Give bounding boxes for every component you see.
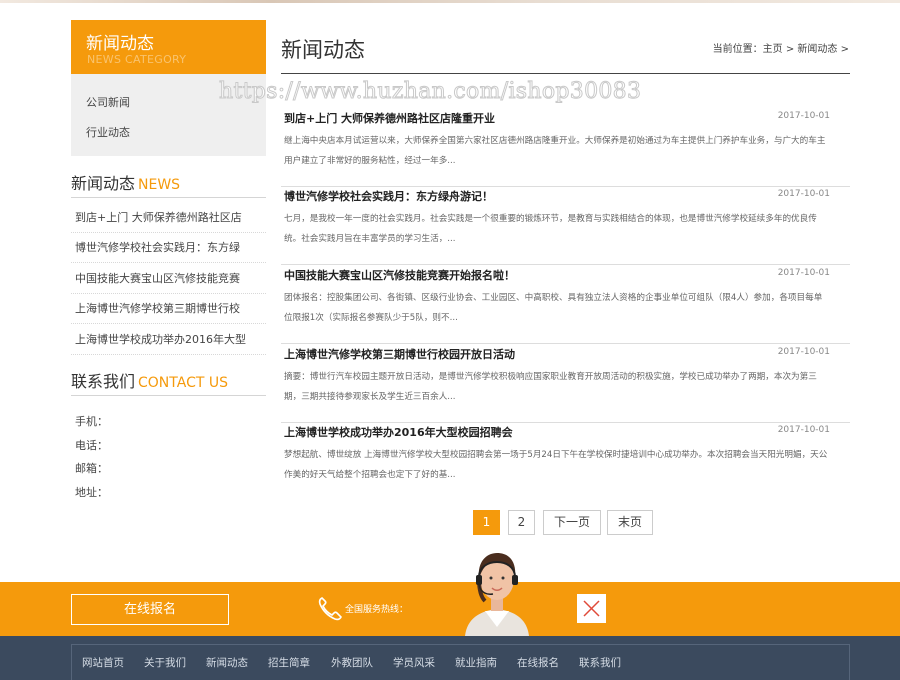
article-title[interactable]: 中国技能大赛宝山区汽修技能竞赛开始报名啦！ <box>284 267 515 283</box>
close-button[interactable] <box>577 594 606 623</box>
nav-contact[interactable]: 联系我们 <box>579 655 621 670</box>
footer-nav-bar: 网站首页 关于我们 新闻动态 招生简章 外教团队 学员风采 就业指南 在线报名 … <box>0 636 900 680</box>
article-title[interactable]: 上海博世学校成功举办2016年大型校园招聘会 <box>284 424 513 440</box>
article-item: 到店+上门 大师保养德州路社区店隆重开业 2017-10-01 继上海中央店本月… <box>281 108 850 187</box>
title-divider <box>281 73 850 74</box>
page-button-2[interactable]: 2 <box>508 510 535 535</box>
contact-heading-cn: 联系我们 <box>71 372 136 391</box>
last-page-button[interactable]: 末页 <box>607 510 653 535</box>
nav-admissions[interactable]: 招生简章 <box>268 655 310 670</box>
article-summary: 摘要：博世行汽车校园主题开放日活动，是博世汽修学校积极响应国家职业教育开放周活动… <box>284 372 817 402</box>
category-item-industry-news[interactable]: 行业动态 <box>86 124 130 140</box>
contact-address: 地址： <box>75 486 108 499</box>
nav-signup[interactable]: 在线报名 <box>517 655 559 670</box>
page-button-1[interactable]: 1 <box>473 510 500 535</box>
article-title[interactable]: 上海博世汽修学校第三期博世行校园开放日活动 <box>284 346 515 362</box>
page-title: 新闻动态 <box>281 38 365 62</box>
category-title: 新闻动态 <box>86 34 154 54</box>
phone-icon <box>318 597 342 621</box>
article-summary: 继上海中央店本月试运营以来，大师保养全国第六家社区店德州路店隆重开业。大师保养是… <box>284 136 826 166</box>
hotline-label: 全国服务热线： <box>345 605 409 615</box>
article-item: 中国技能大赛宝山区汽修技能竞赛开始报名啦！ 2017-10-01 团体报名：控股… <box>281 265 850 344</box>
nav-home[interactable]: 网站首页 <box>82 655 124 670</box>
breadcrumb-home[interactable]: 主页 <box>763 44 783 55</box>
category-item-company-news[interactable]: 公司新闻 <box>86 94 130 110</box>
article-summary: 团体报名：控股集团公司、各街镇、区级行业协会、工业园区、中高职校、具有独立法人资… <box>284 293 823 323</box>
footer-nav: 网站首页 关于我们 新闻动态 招生简章 外教团队 学员风采 就业指南 在线报名 … <box>71 644 850 680</box>
contact-phone: 电话： <box>75 439 108 452</box>
breadcrumb-separator: > <box>785 44 795 55</box>
side-news-item[interactable]: 到店+上门 大师保养德州路社区店 <box>71 203 266 233</box>
category-header: 新闻动态 NEWS CATEGORY <box>71 20 266 74</box>
nav-careers[interactable]: 就业指南 <box>455 655 497 670</box>
contact-email: 邮箱： <box>75 462 108 475</box>
article-summary: 七月，是我校一年一度的社会实践月。社会实践是一个很重要的锻炼环节，是教育与实践相… <box>284 214 817 244</box>
breadcrumb: 当前位置：主页 > 新闻动态 > <box>713 40 849 55</box>
article-date: 2017-10-01 <box>777 347 830 357</box>
article-title[interactable]: 到店+上门 大师保养德州路社区店隆重开业 <box>284 110 495 126</box>
top-decoration-strip <box>0 0 900 3</box>
article-date: 2017-10-01 <box>777 189 830 199</box>
article-date: 2017-10-01 <box>777 268 830 278</box>
nav-teachers[interactable]: 外教团队 <box>331 655 373 670</box>
next-page-button[interactable]: 下一页 <box>543 510 601 535</box>
article-date: 2017-10-01 <box>777 111 830 121</box>
side-news-heading-cn: 新闻动态 <box>71 174 136 193</box>
contact-heading: 联系我们 CONTACT US <box>71 368 266 396</box>
article-item: 上海博世学校成功举办2016年大型校园招聘会 2017-10-01 梦想起航、博… <box>281 422 850 501</box>
online-signup-button[interactable]: 在线报名 <box>71 594 229 625</box>
nav-students[interactable]: 学员风采 <box>393 655 435 670</box>
side-news-item[interactable]: 博世汽修学校社会实践月：东方绿 <box>71 233 266 263</box>
breadcrumb-prefix: 当前位置： <box>712 44 763 55</box>
category-subtitle: NEWS CATEGORY <box>87 53 187 66</box>
nav-news[interactable]: 新闻动态 <box>206 655 248 670</box>
watermark-text: https://www.huzhan.com/ishop30083 <box>218 79 642 105</box>
side-news-heading-en: NEWS <box>138 177 181 193</box>
nav-about[interactable]: 关于我们 <box>144 655 186 670</box>
close-icon <box>583 600 600 617</box>
side-news-heading: 新闻动态 NEWS <box>71 170 266 198</box>
contact-mobile: 手机： <box>75 415 108 428</box>
side-news-item[interactable]: 上海博世汽修学校第三期博世行校 <box>71 294 266 324</box>
side-news-item[interactable]: 中国技能大赛宝山区汽修技能竞赛 <box>71 264 266 294</box>
side-news-item[interactable]: 上海博世学校成功举办2016年大型 <box>71 325 266 355</box>
customer-service-agent-image <box>465 553 529 636</box>
contact-heading-en: CONTACT US <box>138 375 228 391</box>
article-item: 上海博世汽修学校第三期博世行校园开放日活动 2017-10-01 摘要：博世行汽… <box>281 344 850 423</box>
article-title[interactable]: 博世汽修学校社会实践月：东方绿舟游记！ <box>284 188 493 204</box>
article-date: 2017-10-01 <box>777 425 830 435</box>
footer-contact-bar: 在线报名 全国服务热线： <box>0 553 900 636</box>
article-item: 博世汽修学校社会实践月：东方绿舟游记！ 2017-10-01 七月，是我校一年一… <box>281 186 850 265</box>
breadcrumb-news[interactable]: 新闻动态 <box>797 44 837 55</box>
article-summary: 梦想起航、博世绽放 上海博世汽修学校大型校园招聘会第一场于5月24日下午在学校保… <box>284 450 828 480</box>
breadcrumb-separator: > <box>840 44 849 55</box>
